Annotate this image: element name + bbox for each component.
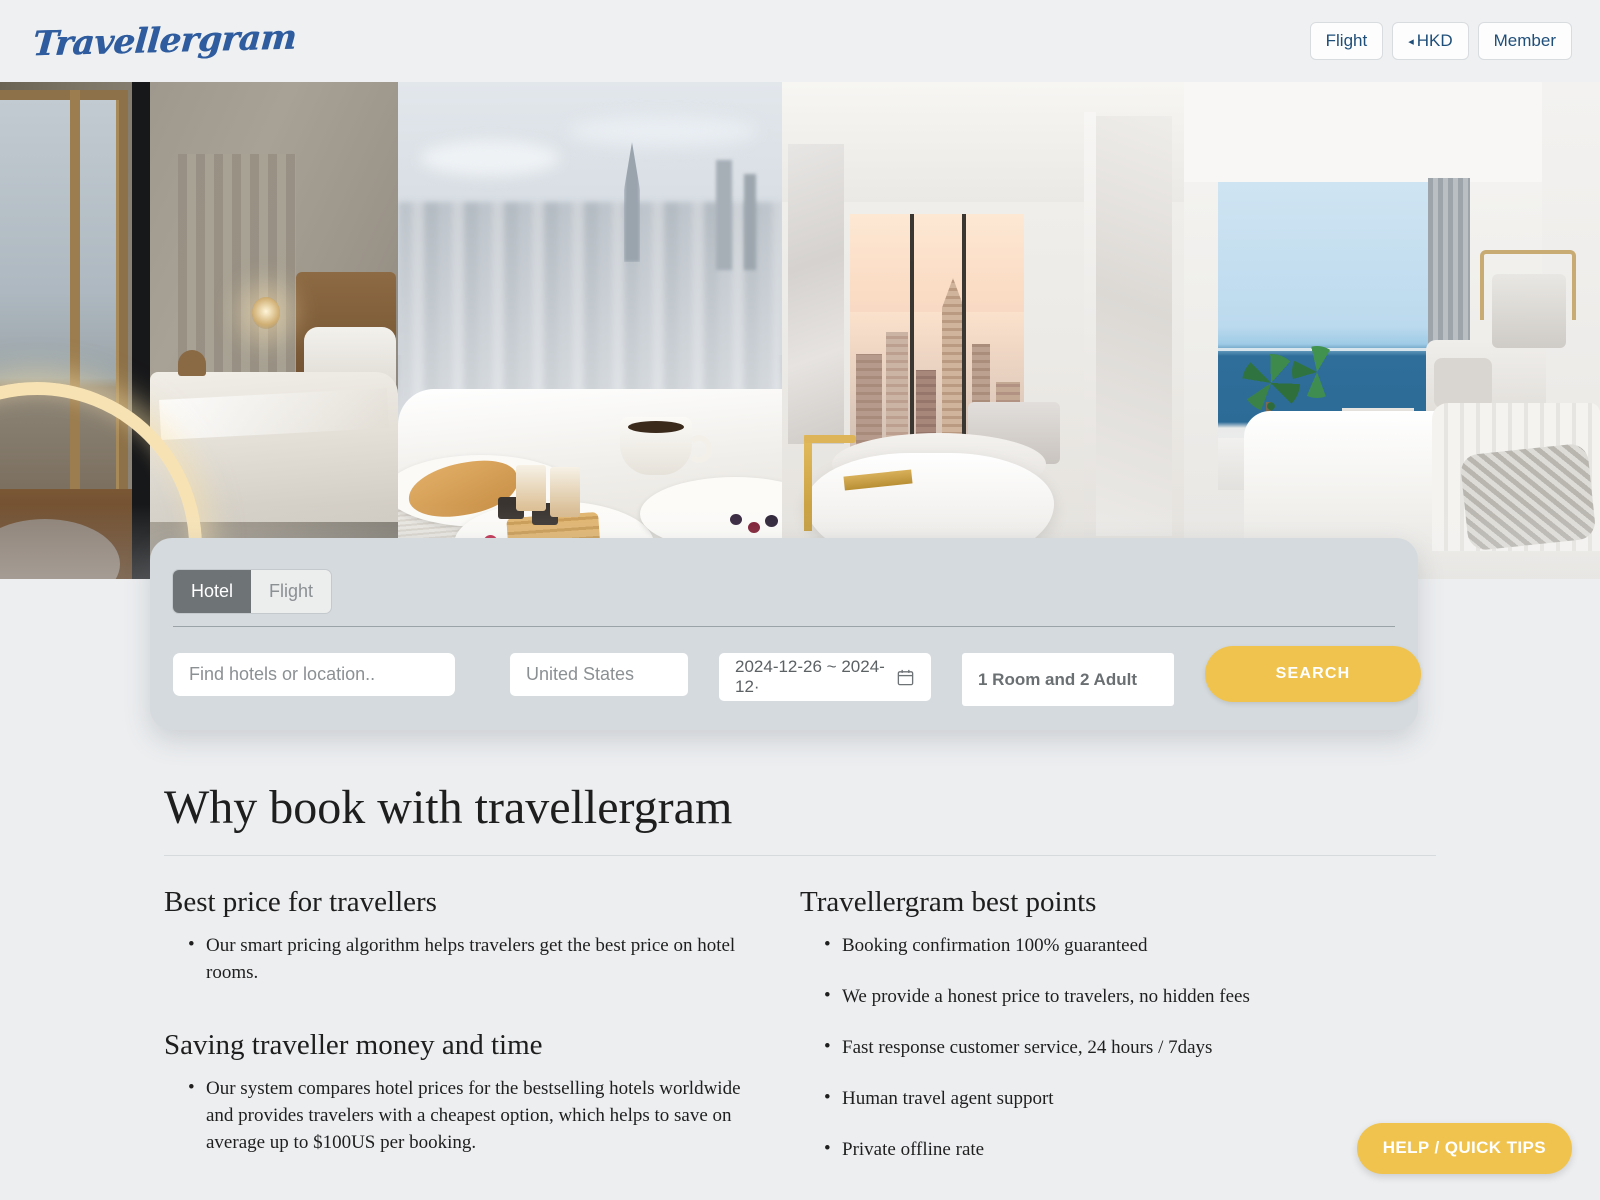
list-item: We provide a honest price to travelers, …: [824, 983, 1406, 1011]
caret-left-icon: ◂: [1408, 36, 1414, 48]
hero-image-breakfast-in-bed: [398, 82, 782, 579]
search-type-tabs: Hotel Flight: [173, 570, 332, 613]
why-book-section: Why book with travellergram Best price f…: [164, 780, 1436, 1188]
window-mullion: [910, 214, 914, 464]
heading-best-price: Best price for travellers: [164, 886, 437, 918]
brand-logo[interactable]: Travellergram: [31, 18, 298, 65]
pendant-lamp: [252, 297, 280, 329]
parfait-glass: [516, 465, 546, 511]
brass-faucet: [804, 435, 812, 531]
currency-button[interactable]: ◂ HKD: [1392, 22, 1469, 60]
blackberry: [730, 514, 742, 525]
tab-hotel[interactable]: Hotel: [173, 570, 252, 613]
bullet-list-best-points: Booking confirmation 100% guaranteed We …: [800, 932, 1406, 1164]
header-actions: Flight ◂ HKD Member: [1309, 22, 1572, 60]
cloud: [568, 116, 758, 146]
throw-pillow: [1459, 442, 1597, 552]
currency-label: HKD: [1416, 31, 1453, 50]
bullet-list-best-price: Our smart pricing algorithm helps travel…: [164, 932, 770, 987]
bullet-list-saving-money: Our system compares hotel prices for the…: [164, 1075, 770, 1157]
skyscraper: [744, 174, 756, 270]
benefits-right-column: Travellergram best points Booking confir…: [800, 886, 1436, 1188]
skyscraper: [716, 160, 732, 270]
search-button[interactable]: SEARCH: [1205, 646, 1421, 702]
parfait-glass: [550, 467, 580, 517]
berry: [748, 522, 760, 533]
panel-divider: [173, 626, 1395, 627]
benefits-left-column: Best price for travellers Our smart pric…: [164, 886, 800, 1188]
palm-tree: [1242, 354, 1300, 412]
cup-handle: [686, 435, 712, 463]
rooms-guests-value: 1 Room and 2 Adult: [978, 669, 1137, 689]
hero-image-hotel-bedroom: [0, 82, 398, 579]
handbag: [178, 350, 206, 376]
hero-image-strip: [0, 82, 1600, 579]
page-title: Why book with travellergram: [164, 780, 1436, 856]
search-input-country[interactable]: [510, 653, 688, 696]
flight-button[interactable]: Flight: [1309, 22, 1384, 60]
marble-wall: [788, 144, 844, 444]
member-button[interactable]: Member: [1477, 22, 1572, 60]
marble-wall: [1096, 116, 1172, 536]
tab-flight[interactable]: Flight: [251, 570, 332, 613]
site-header: Travellergram Flight ◂ HKD Member: [0, 0, 1600, 82]
heading-best-points: Travellergram best points: [800, 886, 1097, 918]
hero-image-marble-bathroom: [782, 82, 1184, 579]
main-content: Why book with travellergram Best price f…: [0, 780, 1600, 1188]
blackberry: [765, 515, 778, 527]
search-fields: 2024-12-26 ~ 2024-12· 1 Room and 2 Adult…: [173, 646, 1421, 715]
list-item: Fast response customer service, 24 hours…: [824, 1034, 1406, 1062]
cloud: [420, 140, 560, 176]
benefit-columns: Best price for travellers Our smart pric…: [164, 886, 1436, 1188]
list-item: Booking confirmation 100% guaranteed: [824, 932, 1406, 960]
search-rooms-guests-field[interactable]: 1 Room and 2 Adult: [962, 653, 1174, 706]
list-item: Private offline rate: [824, 1136, 1406, 1164]
search-input-location[interactable]: [173, 653, 455, 696]
palm-tree: [1292, 346, 1342, 398]
search-panel: Hotel Flight 2024-12-26 ~ 2024-12· 1 Roo…: [150, 538, 1421, 730]
calendar-icon: [897, 669, 914, 685]
window-mullion: [962, 214, 966, 464]
coffee: [628, 421, 684, 433]
faucet-spout: [804, 435, 856, 443]
chair-cushion: [1434, 358, 1492, 408]
list-item: Our system compares hotel prices for the…: [188, 1075, 770, 1157]
heading-saving-money: Saving traveller money and time: [164, 1028, 543, 1061]
lampshade: [1492, 274, 1566, 348]
help-quick-tips-button[interactable]: HELP / QUICK TIPS: [1356, 1123, 1572, 1174]
search-date-range-field[interactable]: 2024-12-26 ~ 2024-12·: [719, 653, 931, 701]
list-item: Our smart pricing algorithm helps travel…: [188, 932, 770, 987]
list-item: Human travel agent support: [824, 1085, 1406, 1113]
glass-door: [1084, 112, 1096, 552]
hero-image-ocean-view-suite: [1184, 82, 1600, 579]
date-range-value: 2024-12-26 ~ 2024-12·: [735, 657, 885, 696]
ceiling: [1184, 82, 1600, 182]
